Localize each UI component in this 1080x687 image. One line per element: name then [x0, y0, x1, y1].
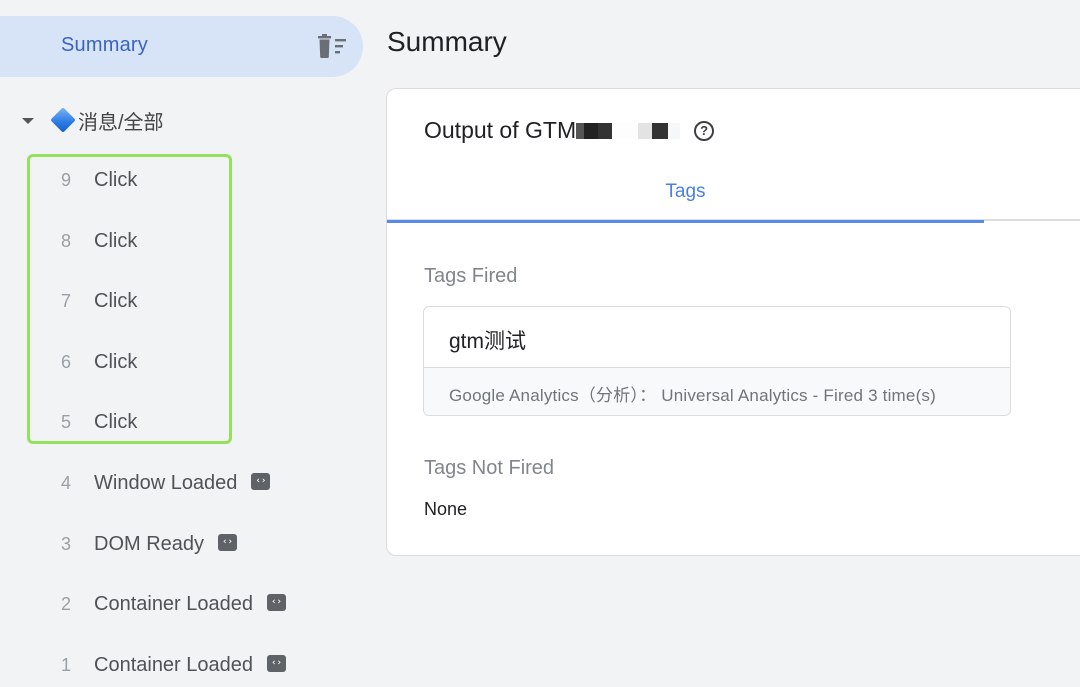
event-number: 1: [60, 654, 71, 675]
event-number: 2: [60, 593, 71, 614]
event-number: 9: [60, 169, 71, 190]
code-icon: ‹›: [267, 593, 287, 611]
code-icon: ‹›: [251, 472, 271, 490]
event-item[interactable]: 8 Click: [0, 221, 340, 261]
clear-messages-icon[interactable]: [316, 33, 350, 61]
event-name: DOM Ready ‹›: [94, 532, 238, 556]
event-name: Click: [94, 410, 138, 433]
event-number: 5: [60, 411, 71, 432]
message-group-header[interactable]: 消息/全部: [22, 104, 164, 136]
tab-bar: Tags: [387, 169, 1080, 223]
code-icon: ‹›: [218, 533, 238, 551]
card-title-text: Output of GTM: [424, 117, 577, 143]
event-name: Click: [94, 350, 138, 373]
redacted-container-id: [576, 122, 681, 139]
event-name-text: DOM Ready: [94, 532, 205, 555]
event-name: Click: [94, 229, 138, 252]
sidebar-item-summary-label: Summary: [61, 34, 148, 56]
tag-meta: Google Analytics（分析）： Universal Analytic…: [449, 386, 936, 405]
output-card: Output of GTM ? Tags Tags Fired gtm测试 Go…: [386, 88, 1080, 556]
event-name-text: Container Loaded: [94, 592, 254, 615]
tag-name: gtm测试: [449, 330, 527, 353]
event-item[interactable]: 7 Click: [0, 281, 340, 321]
event-number: 8: [60, 230, 71, 251]
blue-diamond-icon: [50, 107, 76, 133]
message-group-label: 消息/全部: [78, 111, 164, 134]
tags-not-fired-value: None: [424, 499, 468, 519]
event-item[interactable]: 3 DOM Ready ‹›: [0, 524, 340, 564]
active-tab-indicator: [387, 220, 984, 223]
gtm-preview-root: Summary 消息/全部 9 Click 8 Click 7 Click 6 …: [0, 0, 1080, 687]
event-number: 4: [60, 472, 71, 493]
tag-footer: Google Analytics（分析）： Universal Analytic…: [424, 367, 1010, 415]
tags-fired-heading: Tags Fired: [424, 265, 518, 287]
event-item[interactable]: 6 Click: [0, 342, 340, 382]
tab-tags-label: Tags: [665, 181, 706, 202]
card-title: Output of GTM ?: [424, 117, 715, 144]
event-name: Click: [94, 168, 138, 191]
event-name: Container Loaded ‹›: [94, 653, 287, 677]
event-name-text: Window Loaded: [94, 471, 238, 494]
event-name: Container Loaded ‹›: [94, 592, 287, 616]
event-number: 6: [60, 351, 71, 372]
page-title: Summary: [387, 26, 507, 57]
event-item[interactable]: 1 Container Loaded ‹›: [0, 645, 340, 685]
event-name: Click: [94, 289, 138, 312]
caret-down-icon[interactable]: [22, 118, 34, 124]
event-number: 3: [60, 533, 71, 554]
event-item[interactable]: 4 Window Loaded ‹›: [0, 463, 340, 503]
help-icon[interactable]: ?: [694, 120, 715, 141]
event-item[interactable]: 2 Container Loaded ‹›: [0, 584, 340, 624]
tags-not-fired-heading: Tags Not Fired: [424, 457, 555, 479]
event-name: Window Loaded ‹›: [94, 471, 271, 495]
tab-tags[interactable]: Tags: [387, 169, 984, 223]
event-number: 7: [60, 290, 71, 311]
sidebar: Summary 消息/全部 9 Click 8 Click 7 Click 6 …: [0, 0, 370, 687]
event-item[interactable]: 5 Click: [0, 402, 340, 442]
event-item[interactable]: 9 Click: [0, 160, 340, 200]
code-icon: ‹›: [267, 654, 287, 672]
fired-tag-card[interactable]: gtm测试 Google Analytics（分析）： Universal An…: [423, 306, 1011, 416]
event-name-text: Container Loaded: [94, 653, 254, 676]
sidebar-item-summary[interactable]: Summary: [0, 16, 363, 77]
